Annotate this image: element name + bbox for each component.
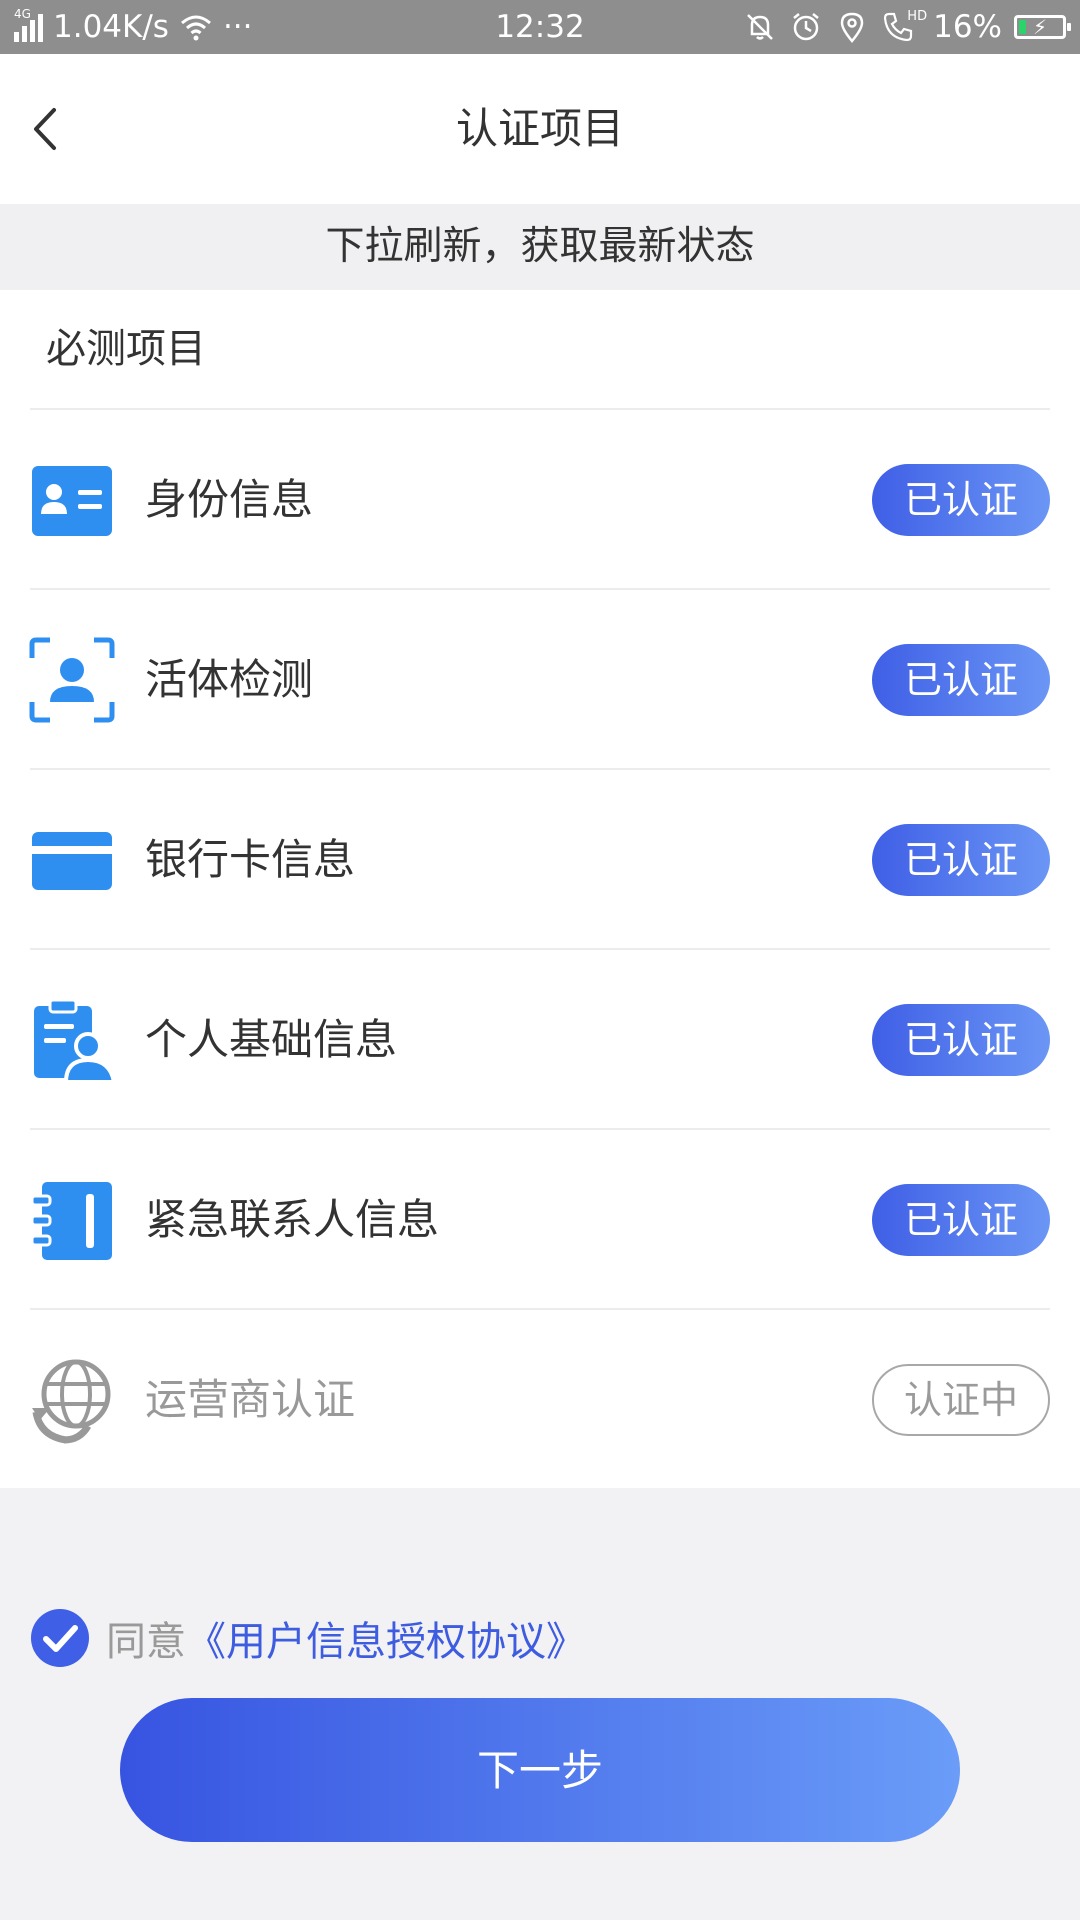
status-badge[interactable]: 已认证 xyxy=(872,1004,1050,1076)
status-badge[interactable]: 已认证 xyxy=(872,464,1050,536)
item-label: 运营商认证 xyxy=(145,1375,356,1424)
status-badge[interactable]: 已认证 xyxy=(872,1184,1050,1256)
bank-card-icon xyxy=(32,832,112,890)
refresh-hint: 下拉刷新，获取最新状态 xyxy=(0,204,1080,290)
location-icon xyxy=(840,12,864,43)
page-title: 认证项目 xyxy=(455,104,624,153)
battery-percent: 16% xyxy=(933,9,1002,45)
nav-bar: 认证项目 xyxy=(0,54,1080,204)
status-bar: 4G 1.04K/s ··· 12:32 HD 16% ⚡ xyxy=(0,0,1080,54)
item-label: 身份信息 xyxy=(145,475,314,524)
agreement-prefix: 同意 xyxy=(106,1619,186,1665)
item-label: 个人基础信息 xyxy=(145,1015,398,1064)
agreement: 同意 《用户信息授权协议》 xyxy=(30,1608,586,1668)
id-card-icon xyxy=(32,466,112,536)
agreement-link[interactable]: 《用户信息授权协议》 xyxy=(186,1609,586,1667)
item-label: 紧急联系人信息 xyxy=(145,1195,440,1244)
list-item-id-info[interactable]: 身份信息 已认证 xyxy=(0,410,1080,590)
item-label: 活体检测 xyxy=(145,655,314,704)
list-item-emergency-contacts[interactable]: 紧急联系人信息 已认证 xyxy=(0,1130,1080,1310)
list-item-bank-card[interactable]: 银行卡信息 已认证 xyxy=(0,770,1080,950)
item-label: 银行卡信息 xyxy=(145,835,356,884)
next-step-button[interactable]: 下一步 xyxy=(120,1698,960,1842)
face-scan-icon xyxy=(29,637,115,723)
checkbox-checked-icon[interactable] xyxy=(30,1608,90,1668)
status-badge[interactable]: 已认证 xyxy=(872,824,1050,896)
personal-info-icon xyxy=(34,998,116,1084)
hd-call-icon: HD xyxy=(881,10,927,44)
status-right: HD 16% ⚡ xyxy=(743,0,1071,54)
battery-icon: ⚡ xyxy=(1014,15,1071,39)
verification-list: 必测项目 身份信息 已认证 活体检测 已认证 银行卡信息 已认证 个人基础信息 … xyxy=(0,290,1080,1488)
carrier-globe-icon xyxy=(32,1359,111,1444)
status-badge-pending[interactable]: 认证中 xyxy=(872,1364,1050,1436)
list-item-personal-info[interactable]: 个人基础信息 已认证 xyxy=(0,950,1080,1130)
list-item-liveness[interactable]: 活体检测 已认证 xyxy=(0,590,1080,770)
section-title: 必测项目 xyxy=(46,326,206,372)
contacts-book-icon xyxy=(30,1182,112,1260)
status-badge[interactable]: 已认证 xyxy=(872,644,1050,716)
list-item-carrier[interactable]: 运营商认证 认证中 xyxy=(0,1310,1080,1490)
mute-bell-icon xyxy=(747,14,773,40)
alarm-icon xyxy=(793,13,819,41)
hd-label: HD xyxy=(907,9,928,24)
